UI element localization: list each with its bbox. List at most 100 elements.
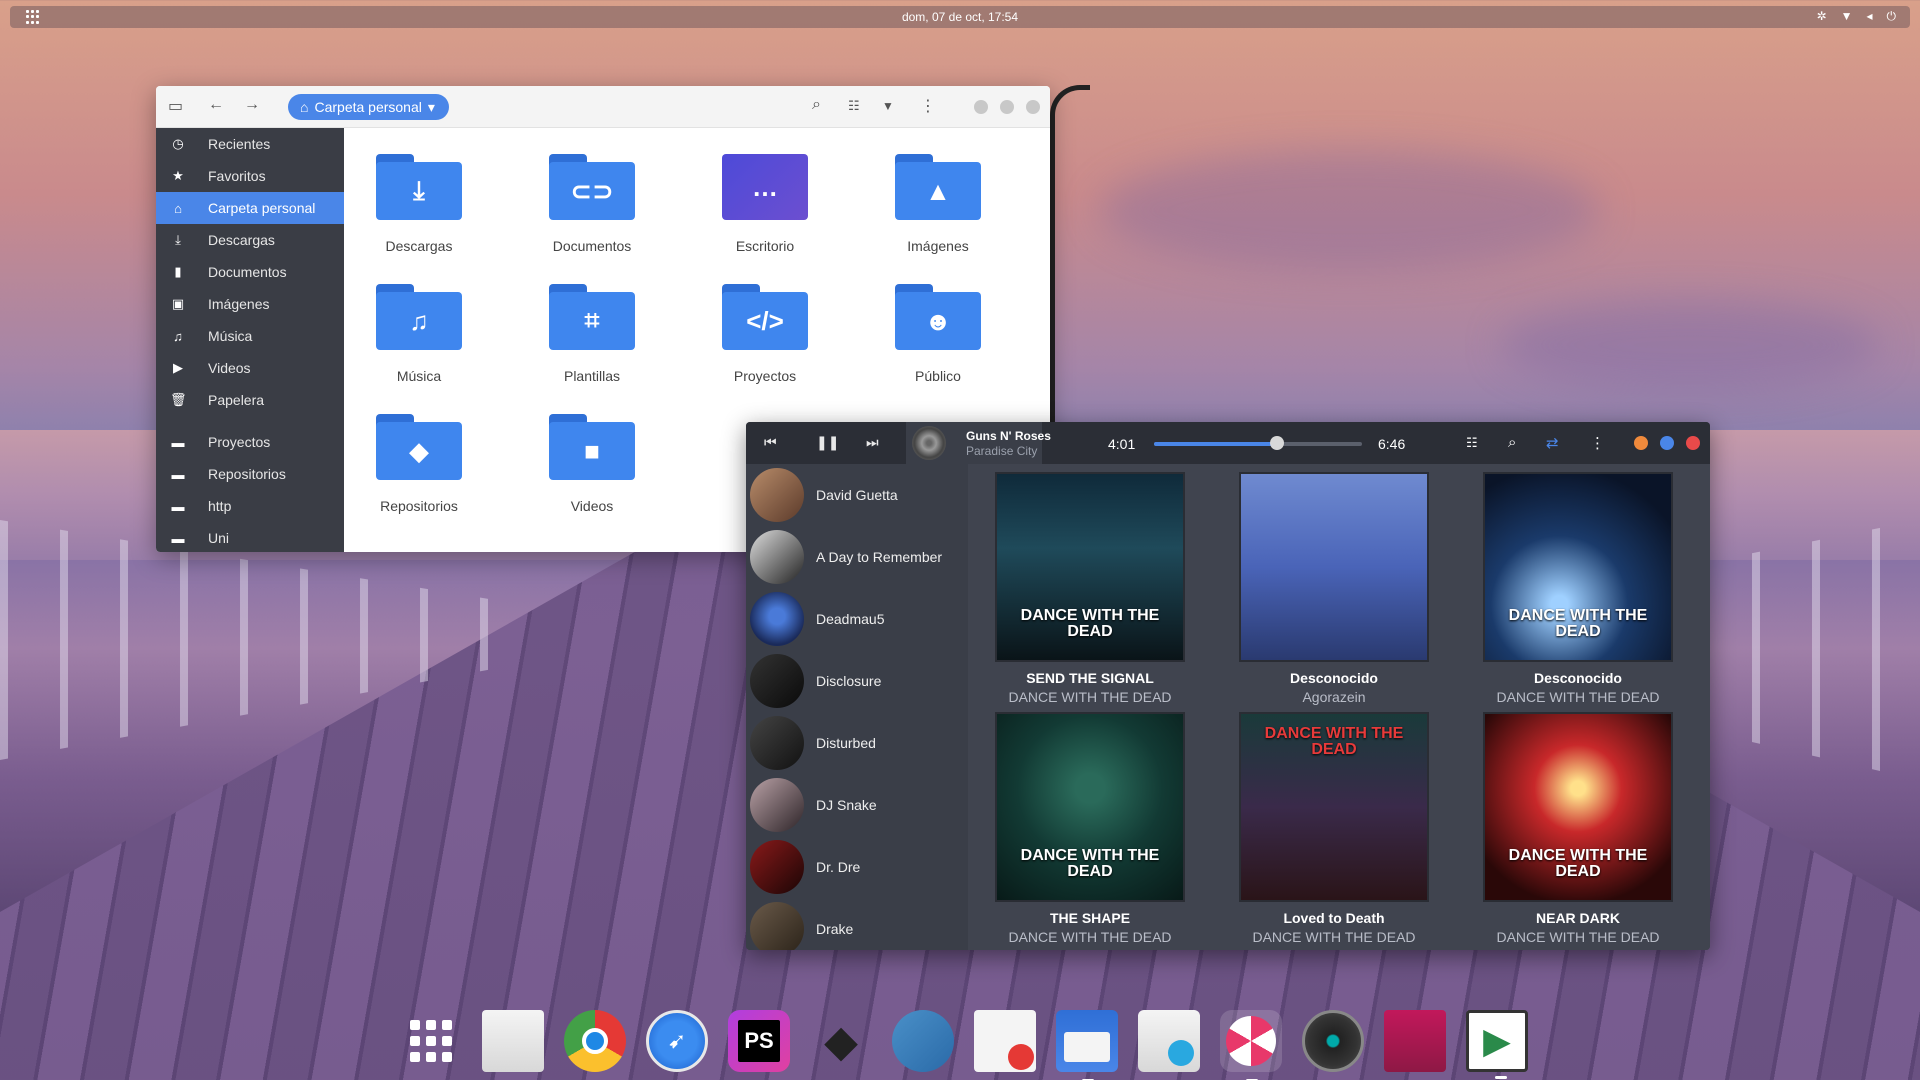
accessibility-icon[interactable]: ✲ <box>1817 9 1827 24</box>
back-icon[interactable]: ← <box>208 96 224 114</box>
album-cover: DANCE WITH THE DEAD <box>995 472 1185 662</box>
list-item[interactable]: Disturbed <box>746 712 968 774</box>
album-artist: DANCE WITH THE DEAD <box>1008 929 1172 945</box>
volume-icon[interactable]: ◂ <box>1866 9 1872 24</box>
sidebar-item-label: Proyectos <box>208 434 271 450</box>
list-item[interactable]: Disclosure <box>746 650 968 712</box>
software-center-icon[interactable] <box>1138 1010 1200 1072</box>
list-item[interactable]: A Day to Remember <box>746 526 968 588</box>
folder-label: Público <box>915 368 961 384</box>
seek-bar[interactable] <box>1154 436 1362 450</box>
files-icon[interactable] <box>1056 1010 1118 1080</box>
music-folder-icon: ♫ <box>376 284 462 350</box>
maximize-button[interactable] <box>1000 100 1014 114</box>
minimize-button[interactable] <box>1634 436 1648 450</box>
minimize-button[interactable] <box>974 100 988 114</box>
menu-icon[interactable]: ⋮ <box>1590 434 1605 452</box>
now-playing-song: Paradise City <box>966 444 1038 458</box>
player-headerbar: ⏮ ❚❚ ⏭ Guns N' Roses Paradise City 4:01 … <box>746 422 1710 464</box>
folder-musica[interactable]: ♫ Música <box>344 284 494 384</box>
folder-label: Escritorio <box>735 238 795 254</box>
sidebar-item-label: Videos <box>208 360 251 376</box>
mail-icon[interactable] <box>482 1010 544 1072</box>
menu-icon[interactable]: ⋮ <box>920 96 936 116</box>
list-item[interactable]: David Guetta <box>746 464 968 526</box>
sidebar-item-carpeta-personal[interactable]: ⌂ Carpeta personal <box>156 192 344 224</box>
view-list-icon[interactable]: ☷ <box>1466 435 1478 451</box>
view-list-icon[interactable]: ☷ <box>848 98 860 114</box>
cover-text: DANCE WITH THE DEAD <box>1508 607 1648 640</box>
folder-escritorio[interactable]: … Escritorio <box>690 154 840 254</box>
sidebar-item-uni[interactable]: ▬ Uni <box>156 522 344 552</box>
avatar <box>750 778 804 832</box>
clock[interactable]: dom, 07 de oct, 17:54 <box>10 10 1910 24</box>
chrome-icon[interactable] <box>564 1010 626 1072</box>
folder-label: Descargas <box>385 238 453 254</box>
sidebar-item-documentos[interactable]: ▮ Documentos <box>156 256 344 288</box>
sidebar-item-musica[interactable]: ♫ Música <box>156 320 344 352</box>
folder-repositorios[interactable]: ◆ Repositorios <box>344 414 494 514</box>
sidebar-item-videos[interactable]: ▶ Videos <box>156 352 344 384</box>
wifi-icon[interactable]: ▼ <box>1841 9 1853 24</box>
list-item[interactable]: Deadmau5 <box>746 588 968 650</box>
artist-name: Disturbed <box>816 735 876 751</box>
folder-descargas[interactable]: ⤓ Descargas <box>344 154 494 254</box>
inkscape-icon[interactable]: ◆ <box>810 1010 872 1072</box>
shuffle-icon[interactable]: ⇄ <box>1546 434 1559 452</box>
next-track-icon[interactable]: ⏭ <box>866 434 879 451</box>
download-folder-icon: ⤓ <box>376 154 462 220</box>
system-tray[interactable]: ✲ ▼ ◂ ⏻ <box>1817 9 1896 24</box>
sidebar-item-label: Uni <box>208 530 230 546</box>
folder-publico[interactable]: ☻ Público <box>863 284 1013 384</box>
album-card[interactable]: DANCE WITH THE DEAD NEAR DARK DANCE WITH… <box>1480 712 1676 945</box>
time-current: 4:01 <box>1108 436 1136 452</box>
sidebar-item-descargas[interactable]: ⤓ Descargas <box>156 224 344 256</box>
disk-player-icon[interactable] <box>1302 1010 1364 1072</box>
app-grid-icon[interactable] <box>400 1010 462 1072</box>
power-icon[interactable]: ⏻ <box>1887 9 1897 24</box>
breadcrumb[interactable]: ⌂ Carpeta personal ▾ <box>288 94 449 120</box>
sidebar-item-repositorios[interactable]: ▬ Repositorios <box>156 458 344 490</box>
play-store-icon[interactable]: ▶ <box>1466 1010 1528 1079</box>
sidebar-item-recientes[interactable]: ◷ Recientes <box>156 128 344 160</box>
folder-videos[interactable]: ■ Videos <box>517 414 667 514</box>
music-player-icon[interactable] <box>1220 1010 1282 1080</box>
close-button[interactable] <box>1686 436 1700 450</box>
search-icon[interactable]: ⌕ <box>1508 434 1516 451</box>
sidebar-item-http[interactable]: ▬ http <box>156 490 344 522</box>
sidebar-item-proyectos[interactable]: ▬ Proyectos <box>156 426 344 458</box>
text-editor-icon[interactable] <box>974 1010 1036 1072</box>
ferdi-icon[interactable] <box>892 1010 954 1072</box>
artist-name: Dr. Dre <box>816 859 861 875</box>
album-card[interactable]: DANCE WITH THE DEAD Loved to Death DANCE… <box>1236 712 1432 945</box>
album-card[interactable]: DANCE WITH THE DEAD THE SHAPE DANCE WITH… <box>992 712 1188 945</box>
folder-documentos[interactable]: ⊂⊃ Documentos <box>517 154 667 254</box>
chevron-down-icon[interactable]: ▼ <box>882 99 894 113</box>
album-card[interactable]: Desconocido Agorazein <box>1236 472 1432 705</box>
folder-imagenes[interactable]: ▲ Imágenes <box>863 154 1013 254</box>
now-playing-album-art <box>912 426 946 460</box>
document-viewer-icon[interactable] <box>1384 1010 1446 1072</box>
safari-icon[interactable]: ➹ <box>646 1010 708 1072</box>
artist-name: DJ Snake <box>816 797 877 813</box>
seek-bar-handle[interactable] <box>1269 436 1284 450</box>
previous-track-icon[interactable]: ⏮ <box>764 434 777 451</box>
close-button[interactable] <box>1026 100 1040 114</box>
list-item[interactable]: Drake <box>746 898 968 950</box>
sidebar-item-favoritos[interactable]: ★ Favoritos <box>156 160 344 192</box>
pause-icon[interactable]: ❚❚ <box>816 434 839 451</box>
phpstorm-icon[interactable]: PS <box>728 1010 790 1072</box>
album-card[interactable]: DANCE WITH THE DEAD Desconocido DANCE WI… <box>1480 472 1676 705</box>
folder-proyectos[interactable]: </> Proyectos <box>690 284 840 384</box>
forward-icon[interactable]: → <box>244 96 260 114</box>
sidebar-item-papelera[interactable]: 🗑 Papelera <box>156 384 344 416</box>
files-app-icon: ▭ <box>168 98 184 115</box>
folder-plantillas[interactable]: ⌗ Plantillas <box>517 284 667 384</box>
album-card[interactable]: DANCE WITH THE DEAD SEND THE SIGNAL DANC… <box>992 472 1188 705</box>
maximize-button[interactable] <box>1660 436 1674 450</box>
list-item[interactable]: Dr. Dre <box>746 836 968 898</box>
list-item[interactable]: DJ Snake <box>746 774 968 836</box>
folder-icon: ▬ <box>171 434 185 450</box>
search-icon[interactable]: ⌕ <box>812 96 821 114</box>
sidebar-item-imagenes[interactable]: ▣ Imágenes <box>156 288 344 320</box>
